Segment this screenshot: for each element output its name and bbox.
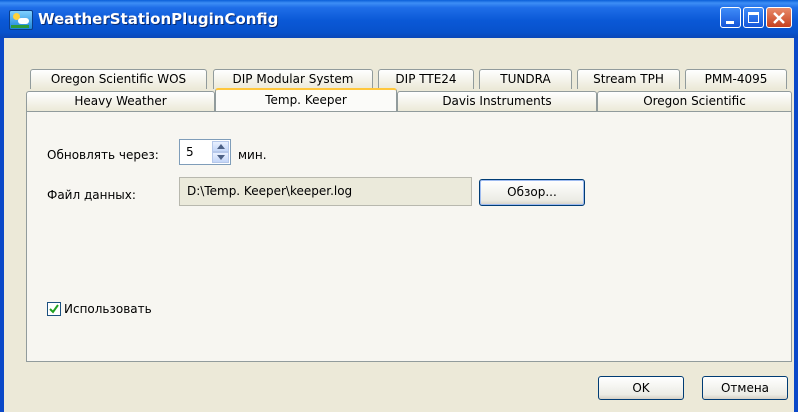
tab-pmm-4095[interactable]: PMM-4095 — [685, 69, 787, 89]
update-interval-stepper[interactable]: 5 — [179, 139, 231, 165]
data-file-field[interactable]: D:\Temp. Keeper\keeper.log — [179, 177, 472, 206]
minimize-icon — [726, 21, 734, 24]
tab-dip-tte24[interactable]: DIP TTE24 — [378, 69, 474, 89]
tab-heavy-weather[interactable]: Heavy Weather — [26, 91, 215, 111]
maximize-icon — [748, 12, 759, 23]
tab-oregon-scientific[interactable]: Oregon Scientific — [597, 91, 792, 111]
tab-oregon-scientific-wos[interactable]: Oregon Scientific WOS — [30, 69, 207, 89]
use-checkbox-label[interactable]: Использовать — [64, 302, 152, 316]
data-file-label: Файл данных: — [47, 188, 136, 202]
stepper-up-button[interactable] — [212, 141, 229, 152]
tab-temp-keeper[interactable]: Temp. Keeper — [215, 88, 397, 111]
ok-button[interactable]: OK — [598, 376, 684, 400]
checkmark-icon — [49, 304, 59, 314]
window-border-right — [794, 38, 798, 412]
close-button[interactable] — [766, 7, 792, 28]
browse-button[interactable]: Обзор... — [479, 179, 585, 206]
stepper-down-button[interactable] — [212, 152, 229, 163]
chevron-down-icon — [217, 155, 225, 160]
title-bar[interactable]: WeatherStationPluginConfig — [0, 0, 798, 38]
chevron-up-icon — [217, 144, 225, 149]
minimize-button[interactable] — [720, 7, 741, 28]
update-interval-unit: мин. — [238, 148, 267, 162]
update-interval-value[interactable]: 5 — [186, 145, 194, 159]
dialog-window: WeatherStationPluginConfig Oregon Scient… — [0, 0, 798, 412]
tab-tundra[interactable]: TUNDRA — [479, 69, 572, 89]
window-title: WeatherStationPluginConfig — [38, 10, 279, 28]
use-checkbox[interactable] — [47, 302, 61, 316]
data-file-path: D:\Temp. Keeper\keeper.log — [187, 184, 353, 198]
cancel-button[interactable]: Отмена — [702, 376, 788, 400]
weather-station-icon[interactable] — [9, 10, 33, 30]
close-icon — [773, 12, 785, 24]
maximize-button[interactable] — [743, 7, 764, 28]
tab-dip-modular-system[interactable]: DIP Modular System — [213, 69, 373, 89]
tab-stream-tph[interactable]: Stream TPH — [577, 69, 680, 89]
update-interval-label: Обновлять через: — [47, 148, 159, 162]
tab-davis-instruments[interactable]: Davis Instruments — [397, 91, 597, 111]
window-border-left — [0, 38, 4, 412]
